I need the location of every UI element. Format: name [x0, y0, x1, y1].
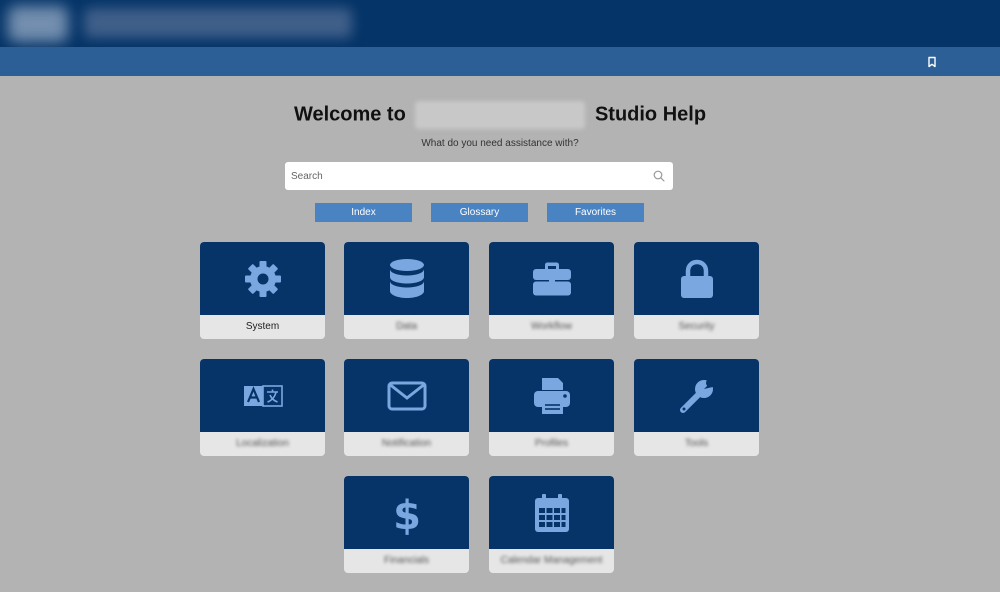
card-label: Security	[678, 321, 715, 332]
translate-icon	[243, 384, 283, 407]
logo[interactable]	[8, 6, 68, 42]
page-subtitle: What do you need assistance with?	[421, 138, 579, 149]
page-title: Welcome to Studio Help	[0, 101, 1000, 129]
card-label: System	[245, 321, 280, 332]
glossary-button[interactable]: Glossary	[431, 203, 528, 222]
card-system[interactable]: System	[200, 242, 325, 339]
svg-text:$: $	[393, 493, 421, 535]
product-name-blurred	[415, 101, 586, 129]
card-label: Data	[395, 321, 418, 332]
card-profiles[interactable]: Profiles	[489, 359, 614, 456]
card-label: Financials	[383, 555, 430, 566]
search-icon[interactable]	[653, 170, 665, 182]
gear-icon	[244, 260, 281, 297]
card-localization[interactable]: Localization	[200, 359, 325, 456]
index-button[interactable]: Index	[315, 203, 412, 222]
top-header-bar	[0, 0, 1000, 47]
card-calendar-management[interactable]: Calendar Management	[489, 476, 614, 573]
database-icon	[389, 258, 424, 298]
card-tools[interactable]: Tools	[634, 359, 759, 456]
envelope-icon	[387, 381, 426, 410]
page-title-prefix: Welcome to	[293, 103, 406, 126]
card-label: Tools	[684, 438, 709, 449]
page-title-suffix: Studio Help	[594, 103, 707, 126]
secondary-nav-bar	[0, 47, 1000, 76]
calendar-icon	[534, 493, 569, 532]
favorites-button[interactable]: Favorites	[547, 203, 644, 222]
dollar-icon: $	[393, 493, 421, 535]
printer-icon	[533, 377, 570, 414]
lock-icon	[680, 259, 713, 298]
search-input[interactable]	[285, 162, 647, 190]
bookmark-icon[interactable]	[926, 56, 938, 68]
card-label: Profiles	[534, 438, 569, 449]
card-notification[interactable]: Notification	[344, 359, 469, 456]
card-label: Notification	[381, 438, 432, 449]
wrench-icon	[679, 378, 717, 413]
app-title-blurred	[84, 8, 352, 38]
briefcase-icon	[532, 262, 571, 295]
card-financials[interactable]: $ Financials	[344, 476, 469, 573]
card-security[interactable]: Security	[634, 242, 759, 339]
card-label: Calendar Management	[500, 555, 603, 566]
card-workflow[interactable]: Workflow	[489, 242, 614, 339]
card-label: Workflow	[531, 321, 572, 332]
card-label: Localization	[236, 438, 289, 449]
search-box	[285, 162, 673, 190]
card-data[interactable]: Data	[344, 242, 469, 339]
